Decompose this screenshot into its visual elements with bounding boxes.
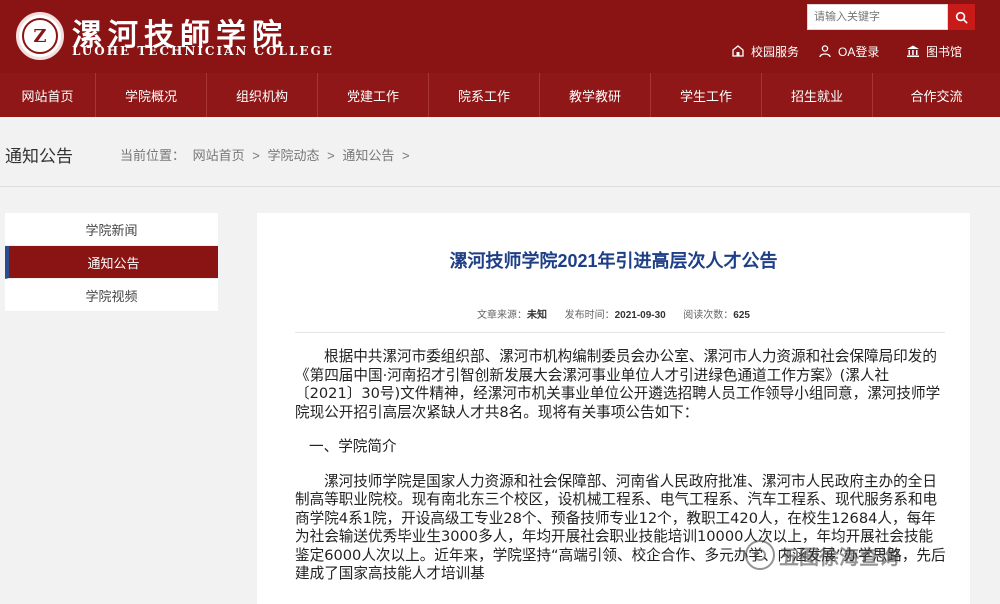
- nav-item-departments[interactable]: 院系工作: [429, 73, 540, 117]
- article-title: 漯河技师学院2021年引进高层次人才公告: [449, 251, 778, 271]
- search-field-wrapper: [807, 4, 948, 30]
- breadcrumb-item-news[interactable]: 学院动态: [268, 148, 320, 163]
- article-meta: 文章来源：未知 发布时间：2021-09-30 阅读次数：625: [257, 306, 970, 321]
- emblem-mark: Z: [22, 18, 58, 54]
- article-divider: [295, 332, 945, 333]
- watermark: 五图徐海查询: [745, 540, 899, 570]
- article-paragraph: 根据中共漯河市委组织部、漯河市机构编制委员会办公室、漯河市人力资源和社会保障局印…: [295, 348, 941, 421]
- search-icon: [955, 11, 968, 24]
- breadcrumb-separator: >: [252, 148, 260, 163]
- breadcrumb-item-notices[interactable]: 通知公告: [342, 148, 394, 163]
- campus-service-icon: [731, 44, 745, 58]
- breadcrumb-bar: 通知公告 当前位置： 网站首页 > 学院动态 > 通知公告 >: [0, 117, 1000, 187]
- sidebar: 学院新闻 通知公告 学院视频: [5, 213, 218, 312]
- top-link-group-3: 图书馆: [906, 40, 962, 62]
- nav-item-teaching[interactable]: 教学教研: [540, 73, 651, 117]
- breadcrumb-separator: >: [327, 148, 335, 163]
- campus-service-label: 校园服务: [751, 44, 800, 59]
- site-header: Z 漯河技師学院 LUOHE TECHNICIAN COLLEGE 校园服务 O…: [0, 0, 1000, 73]
- breadcrumb: 当前位置： 网站首页 > 学院动态 > 通知公告 >: [120, 145, 414, 164]
- breadcrumb-item-home[interactable]: 网站首页: [193, 148, 245, 163]
- sidebar-item-notices[interactable]: 通知公告: [5, 246, 218, 279]
- oa-login-link[interactable]: OA登录: [818, 43, 879, 60]
- nav-item-student-affairs[interactable]: 学生工作: [651, 73, 762, 117]
- college-name-en: LUOHE TECHNICIAN COLLEGE: [72, 44, 334, 58]
- nav-item-cooperation[interactable]: 合作交流: [873, 73, 1000, 117]
- meta-views-value: 625: [733, 310, 750, 321]
- search-button[interactable]: [948, 4, 975, 30]
- library-icon: [906, 44, 920, 58]
- user-login-icon: [818, 44, 832, 58]
- campus-service-link[interactable]: 校园服务: [731, 43, 799, 60]
- breadcrumb-separator: >: [402, 148, 410, 163]
- top-link-group-1: 校园服务: [731, 40, 799, 62]
- library-link[interactable]: 图书馆: [906, 43, 962, 60]
- nav-item-party-building[interactable]: 党建工作: [318, 73, 429, 117]
- search-input[interactable]: [808, 5, 947, 29]
- meta-date-label: 发布时间：: [564, 310, 615, 321]
- article-section-heading: 一、学院简介: [309, 438, 397, 455]
- sidebar-item-videos[interactable]: 学院视频: [5, 279, 218, 312]
- sidebar-item-news[interactable]: 学院新闻: [5, 213, 218, 246]
- watermark-text: 五图徐海查询: [779, 546, 899, 569]
- nav-item-admissions[interactable]: 招生就业: [762, 73, 873, 117]
- nav-item-home[interactable]: 网站首页: [0, 73, 96, 117]
- oa-login-label: OA登录: [838, 44, 880, 59]
- nav-item-overview[interactable]: 学院概况: [96, 73, 207, 117]
- library-label: 图书馆: [926, 44, 963, 59]
- college-emblem-logo[interactable]: Z: [16, 12, 64, 60]
- meta-source-label: 文章来源：: [477, 310, 528, 321]
- meta-source-value: 未知: [527, 310, 548, 321]
- nav-item-organization[interactable]: 组织机构: [207, 73, 318, 117]
- meta-views-label: 阅读次数：: [683, 310, 734, 321]
- breadcrumb-prefix: 当前位置：: [120, 148, 186, 163]
- section-title: 通知公告: [5, 147, 73, 166]
- top-link-group-2: OA登录: [818, 40, 879, 62]
- meta-date-value: 2021-09-30: [614, 310, 666, 321]
- watermark-icon: [745, 540, 775, 570]
- main-nav: 网站首页 学院概况 组织机构 党建工作 院系工作 教学教研 学生工作 招生就业 …: [0, 73, 1000, 117]
